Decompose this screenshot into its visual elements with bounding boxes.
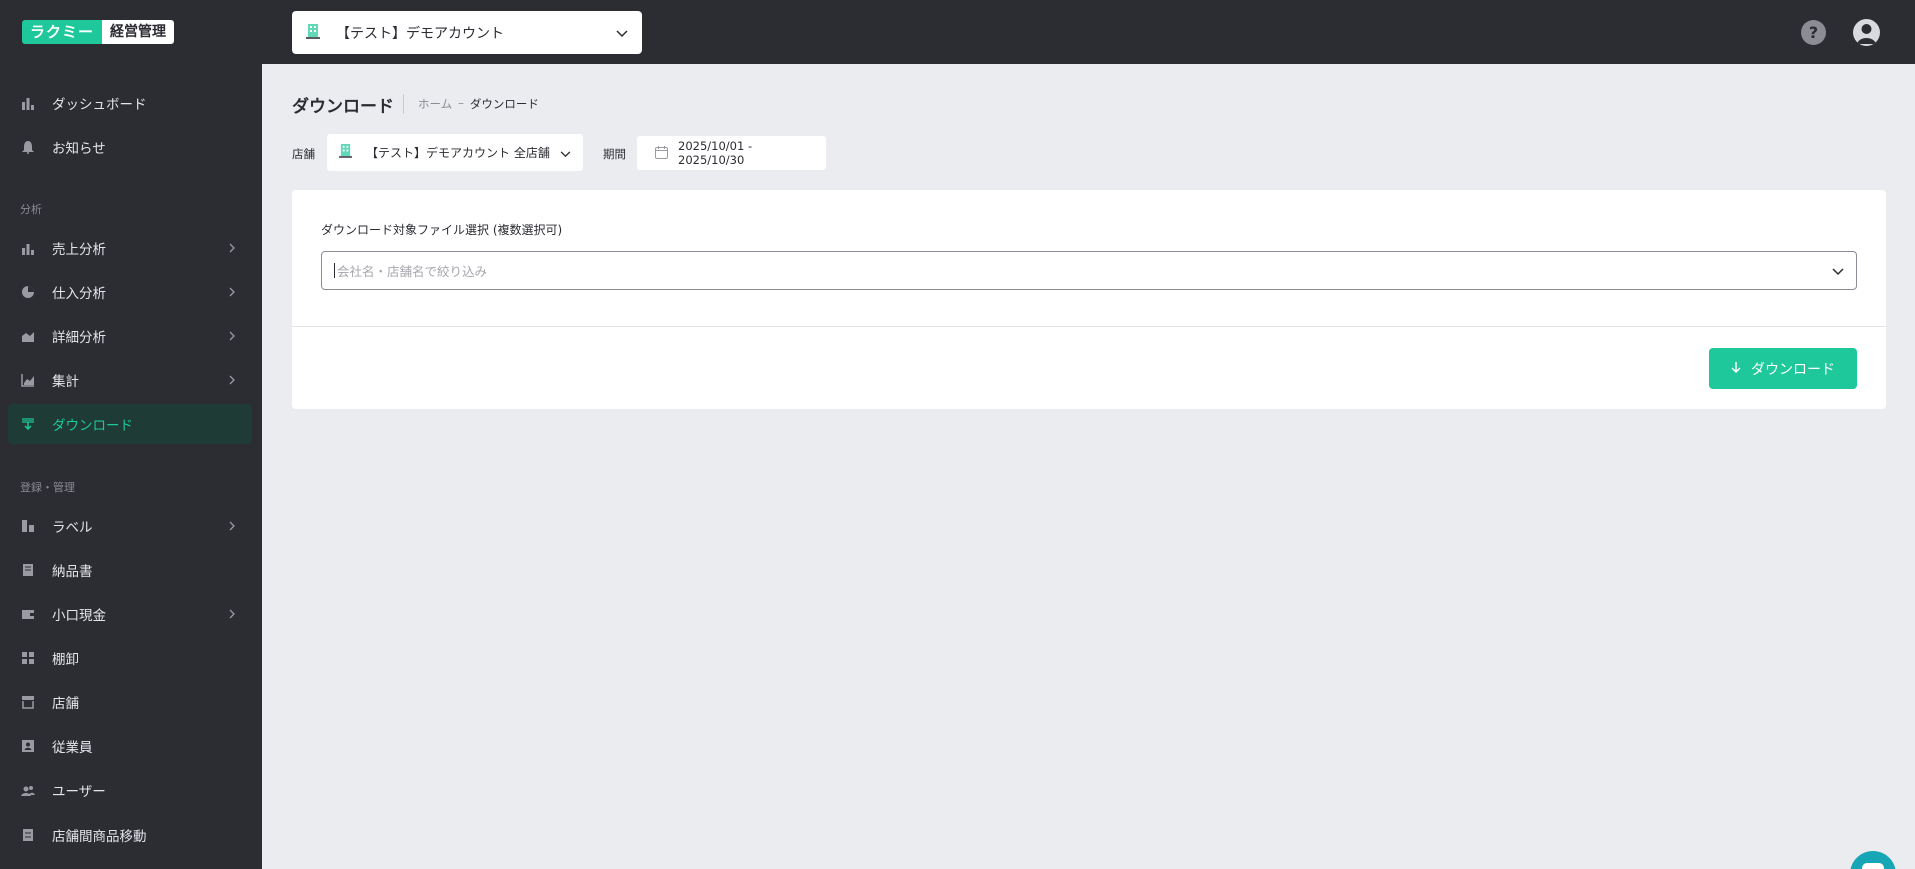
chevron-down-icon <box>1832 261 1844 280</box>
sidebar-item-label: お知らせ <box>52 141 106 157</box>
file-select-placeholder: 会社名・店舗名で絞り込み <box>337 264 488 279</box>
chevron-right-icon <box>224 331 240 341</box>
user-icon <box>1857 24 1876 44</box>
store-select[interactable]: 【テスト】デモアカウント 全店舗 <box>327 134 583 171</box>
sidebar-item-download[interactable]: ダウンロード <box>8 404 252 444</box>
sidebar-item-store-transfer[interactable]: 店舗間商品移動 <box>8 815 252 855</box>
sidebar-item-news[interactable]: お知らせ <box>8 127 252 167</box>
area-chart-icon <box>20 328 36 344</box>
breadcrumb-home[interactable]: ホーム <box>418 96 452 112</box>
breadcrumb-separator: – <box>458 96 464 110</box>
arrow-down-icon <box>1731 361 1741 377</box>
logo-primary: ラクミー <box>22 20 103 44</box>
sidebar-item-purchase-analysis[interactable]: 仕入分析 <box>8 272 252 312</box>
sidebar-item-detail-analysis[interactable]: 詳細分析 <box>8 316 252 356</box>
sidebar-item-aggregate[interactable]: 集計 <box>8 360 252 400</box>
bar-chart-icon <box>20 95 36 111</box>
file-select-label: ダウンロード対象ファイル選択 (複数選択可) <box>321 223 563 237</box>
building-icon <box>339 143 352 162</box>
building-icon <box>306 23 320 43</box>
account-name: 【テスト】デモアカウント <box>336 25 504 42</box>
store-select-value: 【テスト】デモアカウント 全店舗 <box>366 146 550 160</box>
sidebar-item-petty-cash[interactable]: 小口現金 <box>8 594 252 634</box>
chevron-right-icon <box>224 521 240 531</box>
sidebar-item-label: 従業員 <box>52 740 93 756</box>
calendar-icon <box>655 144 668 163</box>
sidebar-item-label: ユーザー <box>52 784 106 800</box>
line-chart-icon <box>20 372 36 388</box>
chevron-right-icon <box>224 243 240 253</box>
section-label-analysis: 分析 <box>20 203 42 216</box>
text-caret <box>334 263 335 278</box>
account-select[interactable]: 【テスト】デモアカウント <box>292 11 642 54</box>
bar-chart-icon <box>20 240 36 256</box>
page-title: ダウンロード <box>292 97 394 117</box>
chevron-right-icon <box>224 375 240 385</box>
store-icon <box>20 694 36 710</box>
chevron-down-icon <box>560 143 571 162</box>
sidebar-item-label: 集計 <box>52 374 79 390</box>
breadcrumb-current: ダウンロード <box>469 97 539 111</box>
download-icon <box>20 416 36 432</box>
sidebar-item-label: 仕入分析 <box>52 286 106 302</box>
pie-chart-icon <box>20 284 36 300</box>
sidebar-item-inventory[interactable]: 棚卸 <box>8 638 252 678</box>
download-card: ダウンロード対象ファイル選択 (複数選択可) 会社名・店舗名で絞り込み ダウンロ… <box>292 190 1886 409</box>
sidebar-item-label: 小口現金 <box>52 608 106 624</box>
chevron-right-icon <box>224 287 240 297</box>
download-button[interactable]: ダウンロード <box>1709 348 1857 389</box>
sidebar-item-sales-analysis[interactable]: 売上分析 <box>8 228 252 268</box>
receipt-icon <box>20 562 36 578</box>
chevron-down-icon <box>616 23 628 42</box>
sidebar-item-label: 店舗間商品移動 <box>52 829 147 845</box>
logo-secondary: 経営管理 <box>102 20 175 44</box>
title-divider <box>403 94 404 114</box>
help-button[interactable]: ? <box>1801 20 1826 45</box>
sidebar-item-delivery-note[interactable]: 納品書 <box>8 550 252 590</box>
file-select-input[interactable]: 会社名・店舗名で絞り込み <box>321 251 1857 290</box>
top-bar: ラクミー 経営管理 【テスト】デモアカウント ? <box>0 0 1915 64</box>
label-icon <box>20 518 36 534</box>
sidebar-item-users[interactable]: ユーザー <box>8 770 252 810</box>
sidebar-item-label: 店舗 <box>52 696 79 712</box>
store-filter-label: 店舗 <box>292 147 315 161</box>
shelf-icon <box>20 650 36 666</box>
card-divider <box>292 326 1886 327</box>
sidebar-item-label: 棚卸 <box>52 652 79 668</box>
sidebar-item-label: 納品書 <box>52 564 93 580</box>
period-date-range[interactable]: 2025/10/01 - 2025/10/30 <box>637 136 826 170</box>
sidebar-item-label: 売上分析 <box>52 242 106 258</box>
employee-icon <box>20 738 36 754</box>
wallet-icon <box>20 606 36 622</box>
sidebar-item-label: ラベル <box>52 520 93 536</box>
chevron-right-icon <box>224 609 240 619</box>
avatar[interactable] <box>1853 19 1880 46</box>
sidebar-item-employee[interactable]: 従業員 <box>8 726 252 766</box>
period-value: 2025/10/01 - 2025/10/30 <box>678 139 753 167</box>
period-filter-label: 期間 <box>603 147 626 161</box>
sidebar-item-label: ダウンロード <box>52 418 133 434</box>
chat-icon <box>1862 863 1884 869</box>
transfer-icon <box>20 827 36 843</box>
sidebar-item-store[interactable]: 店舗 <box>8 682 252 722</box>
sidebar-item-label: ダッシュボード <box>52 97 147 113</box>
section-label-manage: 登録・管理 <box>20 481 75 494</box>
users-icon <box>20 782 36 798</box>
breadcrumb: ホーム – ダウンロード <box>418 96 539 112</box>
download-button-label: ダウンロード <box>1751 361 1835 378</box>
sidebar: ダッシュボード お知らせ 分析 売上分析 仕入分析 詳細分析 集計 ダウンロード… <box>0 64 262 869</box>
sidebar-item-dashboard[interactable]: ダッシュボード <box>8 83 252 123</box>
sidebar-item-label-menu[interactable]: ラベル <box>8 506 252 546</box>
bell-icon <box>20 139 36 155</box>
sidebar-item-label: 詳細分析 <box>52 330 106 346</box>
app-logo[interactable]: ラクミー 経営管理 <box>22 20 175 44</box>
chat-button[interactable] <box>1850 851 1896 869</box>
